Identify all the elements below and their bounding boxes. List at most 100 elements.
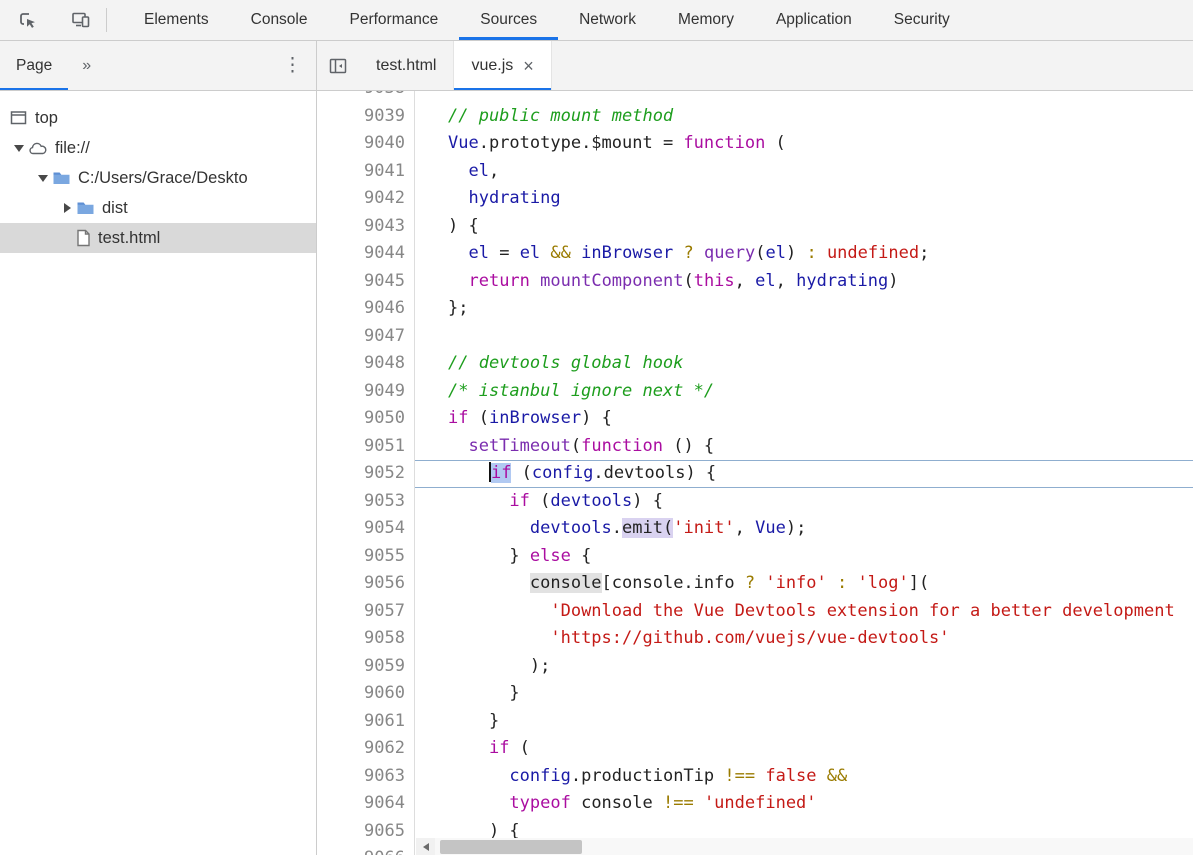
code-token[interactable]: typeof	[509, 793, 570, 813]
code-token[interactable]: &&	[550, 243, 570, 263]
code-token[interactable]	[530, 271, 540, 291]
code-token[interactable]: =	[489, 243, 520, 263]
code-token[interactable]: )	[888, 271, 898, 291]
code-line[interactable]: return mountComponent(this, el, hydratin…	[415, 268, 1193, 296]
code-line[interactable]: if (config.devtools) {	[415, 460, 1193, 488]
code-token[interactable]: .productionTip	[571, 766, 725, 786]
code-line[interactable]: config.productionTip !== false &&	[415, 763, 1193, 791]
code-line[interactable]: el = el && inBrowser ? query(el) : undef…	[415, 240, 1193, 268]
code-token[interactable]: else	[530, 546, 571, 566]
code-line[interactable]: setTimeout(function () {	[415, 433, 1193, 461]
device-toolbar-icon[interactable]	[62, 4, 100, 36]
code-token[interactable]	[448, 573, 530, 593]
code-token[interactable]: :	[837, 573, 847, 593]
code-token[interactable]: 'init'	[673, 518, 734, 538]
line-number[interactable]: 9049	[317, 378, 414, 406]
code-token[interactable]: {	[571, 546, 591, 566]
tree-item-c-users-grace-deskto[interactable]: C:/Users/Grace/Deskto	[0, 163, 316, 193]
code-token[interactable]: if	[448, 408, 468, 428]
scroll-left-button[interactable]	[416, 838, 435, 855]
line-number[interactable]: 9065	[317, 818, 414, 846]
code-line[interactable]: Vue.prototype.$mount = function (	[415, 130, 1193, 158]
code-token[interactable]: ,	[735, 271, 755, 291]
code-line[interactable]	[415, 91, 1193, 103]
code-token[interactable]	[817, 766, 827, 786]
code-token[interactable]: .prototype.$mount =	[479, 133, 684, 153]
panel-tab-console[interactable]: Console	[230, 0, 329, 40]
code-line[interactable]: /* istanbul ignore next */	[415, 378, 1193, 406]
code-token[interactable]: 'https://github.com/vuejs/vue-devtools'	[550, 628, 949, 648]
code-token[interactable]	[448, 243, 468, 263]
code-token[interactable]: ,	[489, 161, 499, 181]
code-line[interactable]: if (devtools) {	[415, 488, 1193, 516]
code-token[interactable]	[755, 766, 765, 786]
code-token[interactable]	[448, 161, 468, 181]
line-number[interactable]: 9040	[317, 130, 414, 158]
code-token[interactable]: );	[448, 656, 550, 676]
code-token[interactable]: hydrating	[468, 188, 560, 208]
code-token[interactable]: el	[468, 243, 488, 263]
code-token[interactable]: if	[490, 463, 512, 483]
line-number[interactable]: 9058	[317, 625, 414, 653]
horizontal-scrollbar[interactable]	[416, 838, 1193, 855]
code-line[interactable]: typeof console !== 'undefined'	[415, 790, 1193, 818]
code-token[interactable]: 'log'	[858, 573, 909, 593]
line-number[interactable]: 9050	[317, 405, 414, 433]
code-token[interactable]: hydrating	[796, 271, 888, 291]
code-line[interactable]: }	[415, 680, 1193, 708]
code-token[interactable]: config	[509, 766, 570, 786]
code-token[interactable]: !==	[724, 766, 755, 786]
code-token[interactable]: mountComponent	[540, 271, 683, 291]
line-number[interactable]: 9066	[317, 845, 414, 855]
code-token[interactable]	[448, 463, 489, 483]
line-number[interactable]: 9054	[317, 515, 414, 543]
scrollbar-thumb[interactable]	[440, 839, 582, 854]
code-token[interactable]	[673, 243, 683, 263]
code-token[interactable]: !==	[663, 793, 694, 813]
code-token[interactable]: }	[448, 683, 519, 703]
close-tab-icon[interactable]: ×	[523, 57, 534, 75]
code-token[interactable]: ) {	[632, 491, 663, 511]
code-token[interactable]: Vue	[755, 518, 786, 538]
code-token[interactable]: [console.info	[602, 573, 745, 593]
code-token[interactable]	[448, 766, 509, 786]
chevron-expanded-icon[interactable]	[34, 175, 52, 182]
code-token[interactable]	[448, 738, 489, 758]
code-line[interactable]	[415, 323, 1193, 351]
line-number[interactable]: 9061	[317, 708, 414, 736]
code-line[interactable]: hydrating	[415, 185, 1193, 213]
code-token[interactable]	[448, 793, 509, 813]
code-token[interactable]: ?	[745, 573, 755, 593]
code-token[interactable]: ](	[909, 573, 929, 593]
line-number[interactable]: 9064	[317, 790, 414, 818]
kebab-menu-icon[interactable]: ⋮	[269, 41, 316, 90]
panel-tab-network[interactable]: Network	[558, 0, 657, 40]
code-token[interactable]: devtools	[530, 518, 612, 538]
code-line[interactable]: devtools.emit('init', Vue);	[415, 515, 1193, 543]
code-line[interactable]: console[console.info ? 'info' : 'log'](	[415, 570, 1193, 598]
code-token[interactable]: :	[806, 243, 816, 263]
inspect-icon[interactable]	[8, 4, 46, 36]
panel-tab-performance[interactable]: Performance	[329, 0, 460, 40]
code-token[interactable]: }	[448, 711, 499, 731]
code-token[interactable]: (	[509, 738, 530, 758]
code-token[interactable]: el	[755, 271, 775, 291]
code-token[interactable]: ) {	[448, 216, 479, 236]
line-number[interactable]: 9060	[317, 680, 414, 708]
panel-tab-application[interactable]: Application	[755, 0, 873, 40]
line-number[interactable]: 9047	[317, 323, 414, 351]
code-token[interactable]: (	[511, 463, 532, 483]
code-line[interactable]: // public mount method	[415, 103, 1193, 131]
code-token[interactable]: emit(	[622, 518, 674, 538]
line-number[interactable]: 9048	[317, 350, 414, 378]
code-token[interactable]	[448, 436, 468, 456]
code-line[interactable]: };	[415, 295, 1193, 323]
code-token[interactable]: el	[520, 243, 540, 263]
line-number[interactable]: 9055	[317, 543, 414, 571]
code-line[interactable]: if (	[415, 735, 1193, 763]
code-token[interactable]: (	[530, 491, 550, 511]
code-token[interactable]	[571, 243, 581, 263]
line-number[interactable]: 9038	[317, 91, 414, 103]
more-tabs-icon[interactable]: »	[68, 41, 107, 90]
code-token[interactable]: .devtools) {	[593, 463, 716, 483]
